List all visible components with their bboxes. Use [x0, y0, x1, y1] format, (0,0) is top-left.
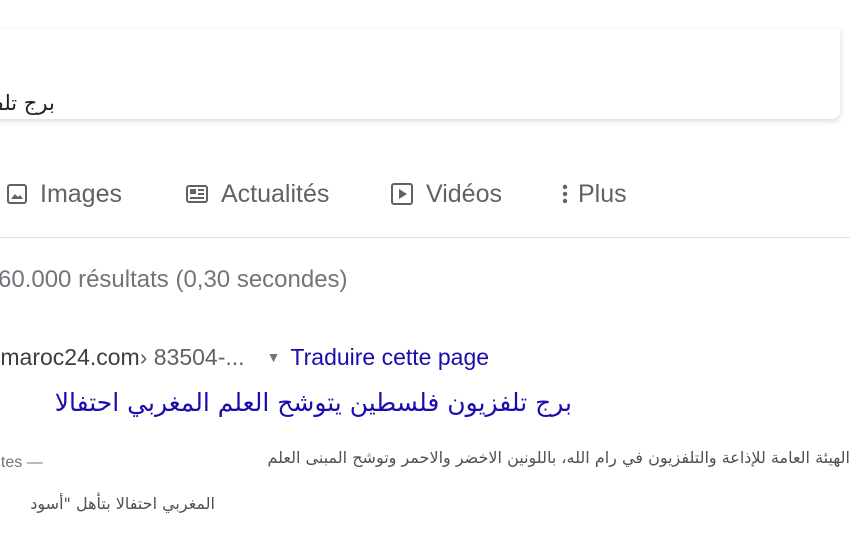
tab-news-label: Actualités [221, 179, 330, 208]
result-title-link[interactable]: برج تلفزيون فلسطين يتوشح العلم المغربي ا… [55, 388, 572, 417]
tab-images-label: Images [40, 179, 122, 208]
image-icon [6, 183, 28, 205]
result-date-label: utes — [0, 454, 43, 471]
more-vert-icon [562, 183, 568, 205]
result-stats: 60.000 résultats (0,30 secondes) [0, 266, 348, 293]
search-result: .maroc24.com › 83504-... ▼ Traduire cett… [0, 330, 850, 560]
tab-news[interactable]: Actualités [185, 172, 329, 216]
search-input[interactable]: برج تلفزيون [0, 91, 70, 119]
result-cite-row: .maroc24.com › 83504-... ▼ Traduire cett… [0, 342, 489, 372]
news-icon [185, 183, 209, 205]
tabs-divider [0, 237, 850, 238]
search-tabs: Images Actualités Vidéos Plus [0, 172, 850, 216]
result-snippet-line-1: الهيئة العامة للإذاعة والتلفزيون في رام … [267, 448, 850, 467]
play-icon [390, 182, 414, 206]
translate-link[interactable]: Traduire cette page [290, 344, 489, 371]
tab-more[interactable]: Plus [562, 172, 627, 216]
result-cite-path: › 83504-... [139, 343, 245, 370]
tab-videos-label: Vidéos [426, 179, 502, 208]
caret-down-icon[interactable]: ▼ [267, 349, 281, 365]
tab-images[interactable]: Images [6, 172, 122, 216]
tab-more-label: Plus [578, 179, 627, 208]
tab-videos[interactable]: Vidéos [390, 172, 502, 216]
search-box[interactable]: برج تلفزيون [0, 29, 840, 119]
result-cite[interactable]: .maroc24.com [0, 344, 140, 371]
result-snippet-line-2: المغربي احتفالا بتأهل "أسود [30, 494, 215, 513]
